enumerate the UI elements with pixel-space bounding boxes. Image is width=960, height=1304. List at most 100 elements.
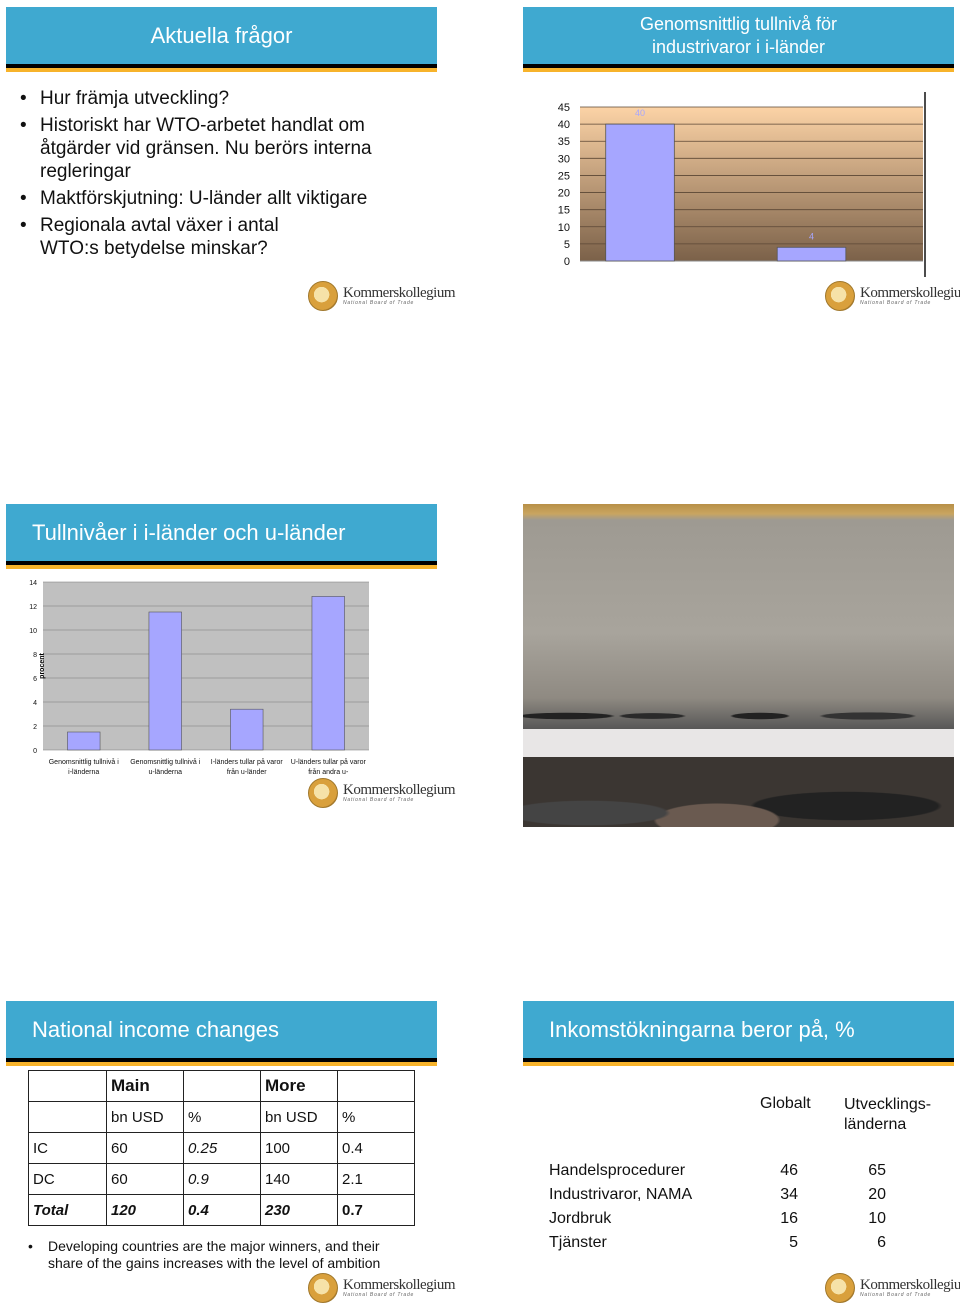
y-tick-label: 12 <box>29 604 37 611</box>
column-header-globalt: Globalt <box>760 1095 811 1112</box>
table-row: IC 60 0.25 100 0.4 <box>28 1132 415 1164</box>
cell <box>28 1101 107 1133</box>
slide-tullniva-industrivaror: Genomsnittlig tullnivå för industrivaror … <box>523 7 960 317</box>
bar <box>148 611 182 751</box>
kommerskollegium-logo: KommerskollegiumNational Board of Trade <box>308 1273 456 1303</box>
row-label: Jordbruk <box>549 1210 612 1227</box>
y-tick-label: 40 <box>558 119 570 131</box>
y-tick-label: 5 <box>564 239 570 251</box>
kommerskollegium-logo: KommerskollegiumNational Board of Trade <box>308 778 456 808</box>
title-line: industrivaror i i-länder <box>651 36 826 57</box>
table-total-row: Total 120 0.4 230 0.7 <box>28 1194 415 1226</box>
title-line: Genomsnittlig tullnivå för <box>639 13 838 34</box>
x-tick-line: i-länderna <box>68 769 99 776</box>
logo-name: Kommerskollegium <box>343 782 456 798</box>
x-tick-line: Genomsnittlig tullnivå i <box>130 758 200 766</box>
y-tick-label: 20 <box>558 188 570 200</box>
cell <box>337 1070 415 1102</box>
y-tick-label: 4 <box>33 700 37 707</box>
cell: 2.1 <box>337 1163 415 1195</box>
logo-name: Kommerskollegium <box>343 285 456 301</box>
slide-title: Genomsnittlig tullnivå för industrivaror … <box>523 7 954 72</box>
column-header-utvecklingslanderna: Utvecklings-länderna <box>844 1096 932 1133</box>
slide-aktuella-fragor: Aktuella frågor Hur främja utveckling? H… <box>6 7 456 317</box>
x-tick-line: från andra u- <box>308 768 349 776</box>
y-tick-label: 30 <box>558 153 570 165</box>
bullet-item: Regionala avtal växer i antal WTO:s bety… <box>20 214 290 260</box>
bullet-item: Historiskt har WTO-arbetet handlat om åt… <box>20 114 420 183</box>
x-tick-line: u-länderna <box>149 769 183 776</box>
cell: bn USD <box>106 1101 184 1133</box>
y-axis-label: procent <box>39 652 46 678</box>
ulander-value: 6 <box>877 1234 886 1251</box>
bar <box>605 123 675 262</box>
cell: Total <box>28 1194 107 1226</box>
cell <box>28 1070 107 1102</box>
bar <box>776 246 847 262</box>
bullet-item: Maktförskjutning: U-länder allt viktigar… <box>20 187 420 210</box>
cell: 0.9 <box>183 1163 261 1195</box>
ulander-value: 20 <box>868 1186 886 1203</box>
income-table: Main More bn USD% bn USD% IC 60 0.25 100 0.4 D… <box>28 1070 415 1226</box>
table-subheader-row: bn USD% bn USD% <box>28 1101 415 1133</box>
y-tick-label: 10 <box>558 222 570 234</box>
kommerskollegium-logo: KommerskollegiumNational Board of Trade <box>308 281 456 311</box>
x-tick-line: U-länders tullar på varor <box>291 758 367 766</box>
kommerskollegium-logo: KommerskollegiumNational Board of Trade <box>825 1273 960 1303</box>
audience <box>523 757 954 827</box>
y-tick-label: 0 <box>564 256 570 268</box>
x-tick-label: Genomsnittlig tullnivå i i-länderna <box>49 758 119 776</box>
x-tick-line: I-länders tullar på varor <box>211 758 284 766</box>
bullet-item: Developing countries are the major winne… <box>28 1238 408 1272</box>
cell: 0.25 <box>183 1132 261 1164</box>
data-label: 4 <box>809 231 814 241</box>
slide-tullnivaer: Tullnivåer i i-länder och u-länder 0 2 4 6 8… <box>6 504 456 814</box>
bar <box>230 708 264 751</box>
y-tick-label: 15 <box>558 205 570 217</box>
cell: 120 <box>106 1194 184 1226</box>
bullet-item: Hur främja utveckling? <box>20 87 420 110</box>
y-tick-label: 0 <box>33 748 37 755</box>
row-label: Industrivaror, NAMA <box>549 1186 693 1203</box>
cell: 0.4 <box>183 1194 261 1226</box>
slide-national-income: National income changes Main More bn USD%… <box>6 1001 456 1303</box>
x-tick-label: U-länders tullar på varor från andra u- <box>291 758 367 776</box>
x-tick-line: från u-länder <box>227 768 267 776</box>
logo-name: Kommerskollegium <box>343 1277 456 1293</box>
data-label: 40 <box>635 108 645 118</box>
x-tick-label: Genomsnittlig tullnivå i u-länderna <box>130 758 200 776</box>
y-tick-label: 6 <box>33 676 37 683</box>
cell: bn USD <box>260 1101 338 1133</box>
ulander-value: 10 <box>868 1210 886 1227</box>
slide-title: Tullnivåer i i-länder och u-länder <box>6 504 437 569</box>
y-tick-label: 45 <box>558 102 570 114</box>
y-tick-label: 14 <box>29 580 37 587</box>
y-tick-label: 35 <box>558 136 570 148</box>
seal-icon <box>825 281 855 311</box>
bar <box>311 596 345 751</box>
seal-icon <box>308 281 338 311</box>
cell: 0.7 <box>337 1194 415 1226</box>
row-label: Handelsprocedurer <box>549 1162 686 1179</box>
cell: DC <box>28 1163 107 1195</box>
globalt-value: 5 <box>789 1234 798 1251</box>
bar-chart-tullnivaer: 0 2 4 6 8 10 12 14 procent Genomsnittlig tullnivå… <box>29 580 369 776</box>
slide-title: National income changes <box>6 1001 437 1066</box>
conference-photo <box>523 504 954 827</box>
bullet-list: Developing countries are the major winne… <box>28 1238 408 1276</box>
y-tick-label: 10 <box>29 628 37 635</box>
y-tick-label: 25 <box>558 170 570 182</box>
cell: 60 <box>106 1163 184 1195</box>
cell: 140 <box>260 1163 338 1195</box>
cell: % <box>337 1101 415 1133</box>
cell: 230 <box>260 1194 338 1226</box>
y-tick-label: 2 <box>33 724 37 731</box>
bullet-list: Hur främja utveckling? Historiskt har WT… <box>20 87 420 264</box>
cell: IC <box>28 1132 107 1164</box>
delegates <box>523 689 954 734</box>
cell: 100 <box>260 1132 338 1164</box>
bar <box>67 731 101 751</box>
cell <box>183 1070 261 1102</box>
slide-inkomstokningar: Inkomstökningarna beror på, % Globalt Ut… <box>523 1001 960 1303</box>
x-tick-label: I-länders tullar på varor från u-länder <box>211 758 284 776</box>
